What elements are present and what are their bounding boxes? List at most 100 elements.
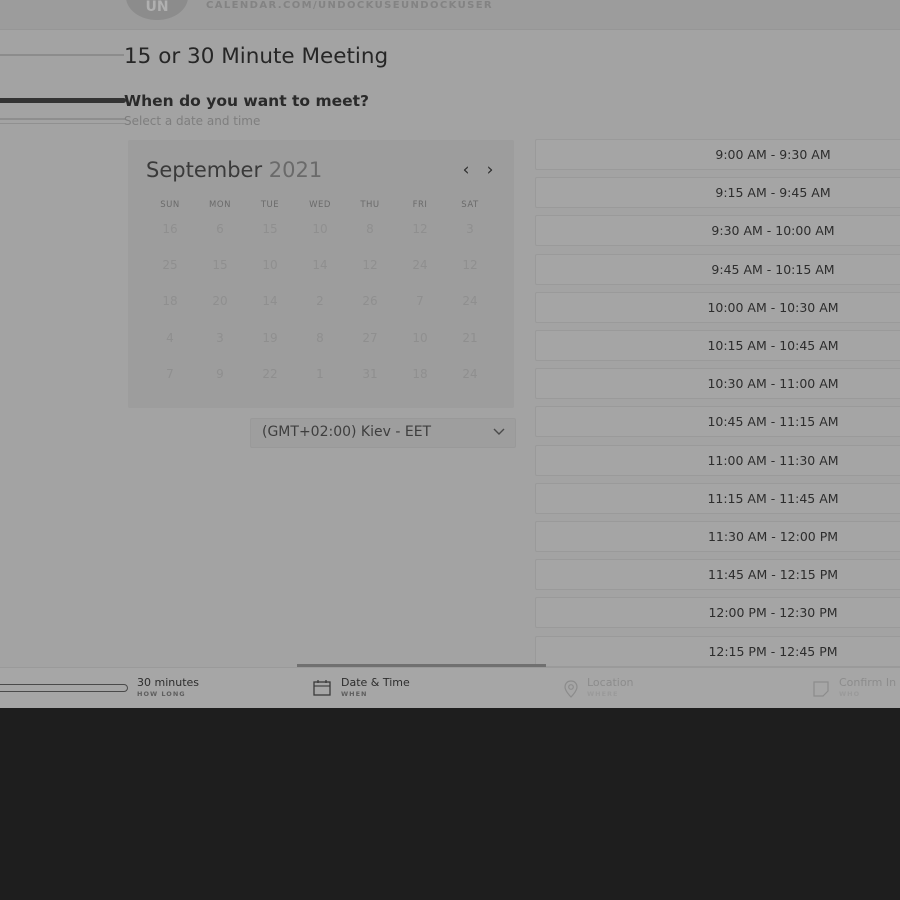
calendar-day: 7: [166, 367, 174, 381]
weekday-label: MON: [209, 200, 231, 210]
time-slot-button[interactable]: 12:15 PM - 12:45 PM: [535, 635, 900, 667]
page-title: 15 or 30 Minute Meeting: [124, 44, 389, 69]
calendar-day: 10: [412, 331, 428, 345]
scheduling-page: UN CALENDAR.COM/UNDOCKUSEUNDOCKUSER 15 o…: [0, 0, 900, 708]
step-confirm[interactable]: Confirm In WHO: [839, 676, 896, 698]
calendar-day: 27: [362, 331, 378, 345]
calendar-day: 21: [462, 331, 478, 345]
chevron-left-icon[interactable]: ‹: [458, 160, 474, 180]
calendar-day: 20: [212, 294, 228, 308]
calendar-day: 8: [366, 222, 374, 236]
side-divider: [0, 123, 126, 124]
step-subtitle: WHO: [839, 690, 861, 698]
profile-url[interactable]: CALENDAR.COM/UNDOCKUSEUNDOCKUSER: [206, 0, 493, 11]
step-subtitle: WHERE: [587, 690, 619, 698]
step-title: Confirm In: [839, 676, 897, 689]
time-slot-label: 10:15 AM - 10:45 AM: [707, 338, 839, 353]
calendar-day: 3: [466, 222, 474, 236]
calendar-day: 14: [312, 258, 328, 272]
calendar-day: 1: [316, 367, 324, 381]
calendar-day: 16: [162, 222, 178, 236]
time-slot-label: 11:15 AM - 11:45 AM: [707, 490, 839, 506]
time-slot-button[interactable]: 10:45 AM - 11:15 AM: [535, 406, 900, 438]
time-slot-button[interactable]: 9:15 AM - 9:45 AM: [535, 177, 900, 209]
top-bar: UN CALENDAR.COM/UNDOCKUSEUNDOCKUSER: [0, 0, 900, 30]
time-slot-label: 10:30 AM - 11:00 AM: [707, 376, 839, 392]
weekday-label: WED: [309, 200, 331, 210]
step-duration[interactable]: 30 minutes HOW LONG: [137, 676, 199, 698]
step-location[interactable]: Location WHERE: [587, 676, 634, 698]
calendar-day: 3: [216, 331, 224, 345]
timezone-value: (GMT+02:00) Kiev - EET: [262, 424, 432, 440]
calendar-icon: [313, 680, 331, 696]
step-title: Date & Time: [341, 676, 410, 689]
time-slot-label: 12:15 PM - 12:45 PM: [708, 643, 838, 659]
section-heading: When do you want to meet?: [124, 92, 370, 110]
step-subtitle: WHEN: [341, 690, 368, 698]
chevron-down-icon: [493, 428, 505, 435]
time-slot-button[interactable]: 9:00 AM - 9:30 AM: [535, 139, 900, 170]
weekday-label: SAT: [461, 200, 479, 210]
month-name: September: [146, 158, 263, 182]
step-title: 30 minutes: [137, 676, 200, 689]
calendar-day: 25: [162, 258, 178, 272]
time-slot-button[interactable]: 10:15 AM - 10:45 AM: [535, 330, 900, 361]
calendar-day: 24: [412, 258, 428, 272]
side-divider: [0, 98, 126, 103]
calendar-day: 19: [262, 331, 278, 345]
progress-bar: [0, 684, 128, 692]
time-slot-button[interactable]: 9:45 AM - 10:15 AM: [535, 253, 900, 285]
time-slot-label: 12:00 PM - 12:30 PM: [708, 605, 838, 621]
calendar-day: 12: [412, 222, 428, 236]
calendar-day: 9: [216, 367, 224, 381]
time-slot-label: 11:45 AM - 12:15 PM: [707, 567, 839, 583]
weekday-label: FRI: [412, 200, 428, 210]
calendar-day: 24: [462, 367, 478, 381]
weekday-label: TUE: [260, 200, 280, 210]
time-slot-label: 10:00 AM - 10:30 AM: [707, 299, 839, 315]
time-slot-button[interactable]: 10:30 AM - 11:00 AM: [535, 368, 900, 400]
calendar-day: 15: [262, 222, 278, 236]
calendar-day: 4: [166, 331, 174, 345]
note-icon: [813, 681, 829, 697]
time-slot-button[interactable]: 11:00 AM - 11:30 AM: [535, 444, 900, 476]
calendar-day: 7: [416, 294, 424, 308]
active-step-indicator: [297, 664, 546, 667]
time-slot-button[interactable]: 12:00 PM - 12:30 PM: [535, 597, 900, 629]
time-slot-label: 9:30 AM - 10:00 AM: [711, 223, 835, 239]
calendar-day: 10: [312, 222, 328, 236]
time-slot-label: 9:15 AM - 9:45 AM: [715, 185, 831, 201]
calendar-day: 31: [362, 367, 378, 381]
month-label: September 2021: [146, 158, 322, 182]
calendar-day: 18: [412, 367, 428, 381]
section-subtitle: Select a date and time: [124, 114, 261, 128]
weekday-label: SUN: [160, 200, 180, 210]
step-date-time[interactable]: Date & Time WHEN: [341, 676, 410, 698]
calendar-day: 8: [316, 331, 324, 345]
year-label: 2021: [268, 158, 323, 182]
step-title: Location: [587, 676, 634, 689]
time-slot-label: 11:00 AM - 11:30 AM: [707, 452, 839, 468]
time-slot-label: 9:45 AM - 10:15 AM: [711, 261, 835, 277]
calendar-day: 18: [162, 294, 178, 308]
calendar-day: 12: [362, 258, 378, 272]
calendar-day: 12: [462, 258, 478, 272]
time-slot-button[interactable]: 10:00 AM - 10:30 AM: [535, 291, 900, 323]
side-divider: [0, 118, 126, 120]
timezone-select[interactable]: (GMT+02:00) Kiev - EET: [250, 418, 516, 448]
time-slot-button[interactable]: 11:45 AM - 12:15 PM: [535, 559, 900, 591]
date-picker: September 2021 ‹ › SUN MON TUE WED THU FRI SAT…: [128, 140, 514, 408]
calendar-day: 26: [362, 294, 378, 308]
side-divider: [0, 54, 124, 56]
step-bar: 30 minutes HOW LONG Date & Time WHEN Loc…: [0, 664, 900, 708]
time-slot-button[interactable]: 11:15 AM - 11:45 AM: [535, 482, 900, 514]
chevron-right-icon[interactable]: ›: [482, 160, 498, 180]
calendar-day: 22: [262, 367, 278, 381]
avatar: UN: [126, 0, 188, 20]
calendar-day: 15: [212, 258, 228, 272]
time-slot-button[interactable]: 9:30 AM - 10:00 AM: [535, 215, 900, 247]
time-slot-button[interactable]: 11:30 AM - 12:00 PM: [535, 521, 900, 552]
time-slot-label: 10:45 AM - 11:15 AM: [707, 414, 839, 430]
calendar-day: 10: [262, 258, 278, 272]
weekday-label: THU: [360, 200, 380, 210]
